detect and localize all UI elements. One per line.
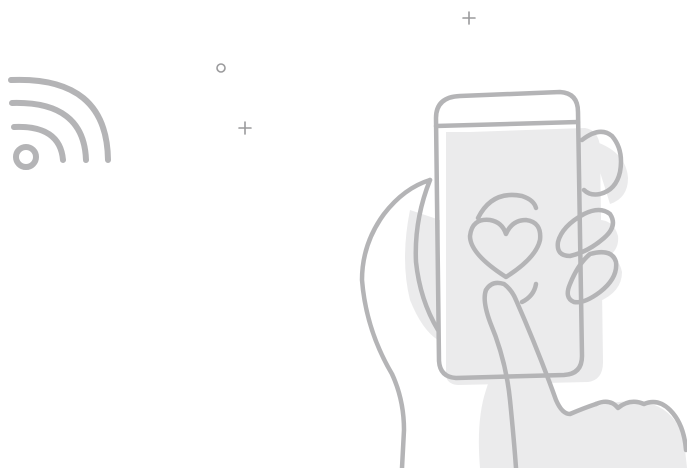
circle-sparkle-icon	[216, 63, 226, 73]
phone-heart-illustration	[8, 11, 687, 468]
wifi-signal-icon	[8, 76, 111, 170]
plus-sparkle-icon	[238, 121, 252, 135]
plus-sparkle-icon	[462, 11, 476, 25]
illustration-shadow	[405, 128, 687, 468]
